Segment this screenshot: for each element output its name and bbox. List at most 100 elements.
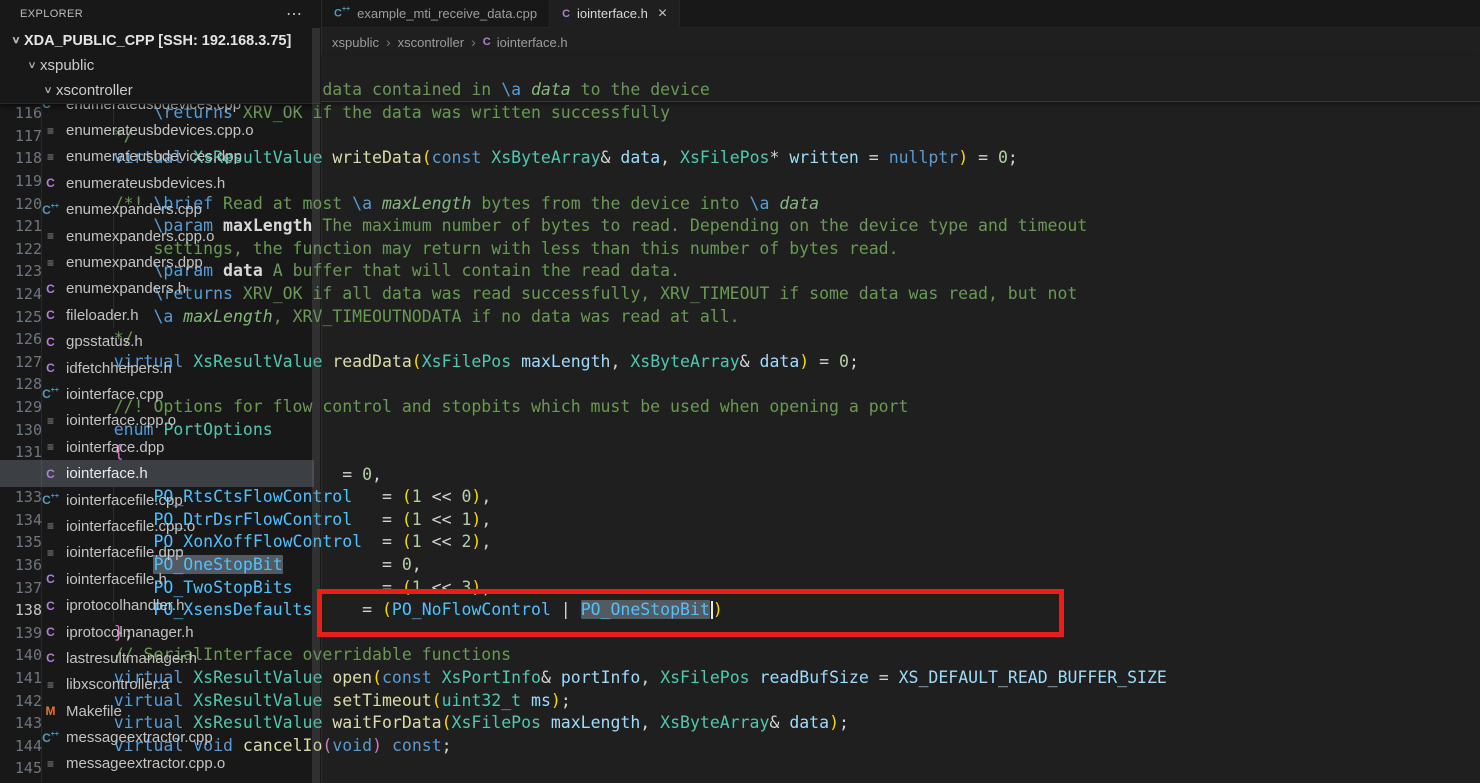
doc-file-icon: ≡ bbox=[42, 546, 59, 560]
cpp-file-icon: C++ bbox=[42, 203, 59, 217]
breadcrumb: xspublic›xscontroller›Ciointerface.h bbox=[322, 28, 1480, 56]
tree-item-Makefile[interactable]: M Makefile bbox=[0, 698, 314, 724]
breadcrumb-separator: › bbox=[471, 34, 476, 50]
tab-bar: C++ example_mti_receive_data.cpp Ciointerf… bbox=[322, 0, 1480, 28]
file-label: idfetchhelpers.h bbox=[66, 360, 172, 377]
tree-item-iointerfacefile.h[interactable]: Ciointerfacefile.h bbox=[0, 566, 314, 592]
chevron-down-icon: ∨ bbox=[22, 60, 43, 71]
doc-file-icon: ≡ bbox=[42, 757, 59, 771]
c-file-icon: C bbox=[42, 308, 59, 322]
tree-item-enumexpanders.h[interactable]: Cenumexpanders.h bbox=[0, 276, 314, 302]
file-label: messageextractor.cpp.o bbox=[66, 755, 225, 772]
breadcrumb-item-iointerface.h[interactable]: iointerface.h bbox=[497, 35, 568, 50]
make-file-icon: M bbox=[42, 704, 59, 718]
tree-sticky-folders: ∨ XDA_PUBLIC_CPP [SSH: 192.168.3.75] ∨ x… bbox=[0, 28, 321, 104]
tree-item-iointerfacefile.cpp[interactable]: C++ iointerfacefile.cpp bbox=[0, 487, 314, 513]
doc-file-icon: ≡ bbox=[42, 256, 59, 270]
file-label: Makefile bbox=[66, 703, 122, 720]
vscode-window: EXPLORER ⋯ ∨ XDA_PUBLIC_CPP [SSH: 192.16… bbox=[0, 0, 1480, 783]
tree-item-iointerface.cpp[interactable]: C++ iointerface.cpp bbox=[0, 381, 314, 407]
tree-item-enumerateusbdevices.h[interactable]: Cenumerateusbdevices.h bbox=[0, 170, 314, 196]
chevron-down-icon: ∨ bbox=[6, 35, 27, 46]
breadcrumb-item-xscontroller[interactable]: xscontroller bbox=[398, 35, 464, 50]
c-file-icon: C bbox=[42, 625, 59, 639]
file-label: enumexpanders.h bbox=[66, 280, 186, 297]
file-tree-list: C++enumerateusbdevices.cpp≡enumerateusbd… bbox=[0, 91, 314, 777]
tree-item-enumexpanders.cpp[interactable]: C++ enumexpanders.cpp bbox=[0, 197, 314, 223]
breadcrumb-item-xspublic[interactable]: xspublic bbox=[332, 35, 379, 50]
tree-item-idfetchhelpers.h[interactable]: Cidfetchhelpers.h bbox=[0, 355, 314, 381]
c-file-icon: C bbox=[42, 599, 59, 613]
file-label: gpsstatus.h bbox=[66, 333, 143, 350]
tree-item-fileloader.h[interactable]: Cfileloader.h bbox=[0, 302, 314, 328]
tree-item-lastresultmanager.h[interactable]: Clastresultmanager.h bbox=[0, 645, 314, 671]
file-label: enumexpanders.dpp bbox=[66, 254, 203, 271]
tree-item-iointerface.dpp[interactable]: ≡iointerface.dpp bbox=[0, 434, 314, 460]
tab-iointerface.h[interactable]: Ciointerface.h × bbox=[550, 0, 680, 28]
doc-file-icon: ≡ bbox=[42, 150, 59, 164]
file-label: iointerfacefile.h bbox=[66, 571, 167, 588]
tree-indent-guide bbox=[41, 104, 42, 783]
tree-item-messageextractor.cpp[interactable]: C++messageextractor.cpp bbox=[0, 724, 314, 750]
root-folder-label: XDA_PUBLIC_CPP [SSH: 192.168.3.75] bbox=[24, 33, 291, 49]
file-label: lastresultmanager.h bbox=[66, 650, 197, 667]
tab-label: iointerface.h bbox=[577, 6, 648, 21]
file-label: enumerateusbdevices.cpp.o bbox=[66, 122, 254, 139]
cpp-file-icon: C++ bbox=[42, 387, 59, 401]
tree-item-iointerface.cpp.o[interactable]: ≡iointerface.cpp.o bbox=[0, 408, 314, 434]
doc-file-icon: ≡ bbox=[42, 440, 59, 454]
tree-item-iointerfacefile.dpp[interactable]: ≡ iointerfacefile.dpp bbox=[0, 540, 314, 566]
tab-bar-empty-space bbox=[680, 0, 1480, 28]
file-label: iointerface.h bbox=[66, 465, 148, 482]
c-file-icon: C bbox=[562, 8, 570, 20]
file-label: enumexpanders.cpp.o bbox=[66, 228, 214, 245]
file-label: enumerateusbdevices.h bbox=[66, 175, 225, 192]
tree-root-folder[interactable]: ∨ XDA_PUBLIC_CPP [SSH: 192.168.3.75] bbox=[0, 28, 321, 53]
more-actions-icon[interactable]: ⋯ bbox=[286, 4, 303, 24]
sidebar-scrollbar[interactable] bbox=[312, 28, 320, 783]
breadcrumb-separator: › bbox=[386, 34, 391, 50]
file-label: libxscontroller.a bbox=[66, 676, 169, 693]
doc-file-icon: ≡ bbox=[42, 229, 59, 243]
explorer-sidebar: EXPLORER ⋯ ∨ XDA_PUBLIC_CPP [SSH: 192.16… bbox=[0, 0, 322, 783]
tab-example_mti_receive_data.cpp[interactable]: C++ example_mti_receive_data.cpp bbox=[322, 0, 550, 28]
tree-item-gpsstatus.h[interactable]: Cgpsstatus.h bbox=[0, 329, 314, 355]
close-icon[interactable]: × bbox=[658, 5, 667, 23]
file-label: enumerateusbdevices.dpp bbox=[66, 148, 242, 165]
cpp-file-icon: C++ bbox=[334, 7, 350, 20]
c-file-icon: C bbox=[42, 282, 59, 296]
cpp-file-icon: C++ bbox=[42, 493, 59, 507]
tree-item-libxscontroller.a[interactable]: ≡libxscontroller.a bbox=[0, 672, 314, 698]
tree-item-enumexpanders.dpp[interactable]: ≡ enumexpanders.dpp bbox=[0, 249, 314, 275]
file-label: iointerface.cpp.o bbox=[66, 412, 176, 429]
folder-label: xscontroller bbox=[56, 82, 133, 99]
explorer-title: EXPLORER bbox=[20, 8, 83, 20]
doc-file-icon: ≡ bbox=[42, 124, 59, 138]
file-label: messageextractor.cpp bbox=[66, 729, 213, 746]
c-file-icon: C bbox=[42, 361, 59, 375]
file-label: iointerfacefile.cpp bbox=[66, 492, 183, 509]
tree-item-enumerateusbdevices.cpp.o[interactable]: ≡ enumerateusbdevices.cpp.o bbox=[0, 117, 314, 143]
folder-label: xspublic bbox=[40, 57, 94, 74]
tree-item-messageextractor.cpp.o[interactable]: ≡ messageextractor.cpp.o bbox=[0, 751, 314, 777]
c-file-icon: C bbox=[42, 651, 59, 665]
file-label: iointerfacefile.dpp bbox=[66, 544, 184, 561]
tree-item-iointerfacefile.cpp.o[interactable]: ≡ iointerfacefile.cpp.o bbox=[0, 513, 314, 539]
file-label: iointerfacefile.cpp.o bbox=[66, 518, 195, 535]
tree-item-enumerateusbdevices.dpp[interactable]: ≡ enumerateusbdevices.dpp bbox=[0, 144, 314, 170]
file-label: iprotocolmanager.h bbox=[66, 624, 194, 641]
doc-file-icon: ≡ bbox=[42, 519, 59, 533]
file-label: iprotocolhandler.h bbox=[66, 597, 184, 614]
tree-item-enumexpanders.cpp.o[interactable]: ≡ enumexpanders.cpp.o bbox=[0, 223, 314, 249]
tree-item-iointerface.h[interactable]: Ciointerface.h bbox=[0, 460, 314, 486]
c-file-icon: C bbox=[42, 335, 59, 349]
chevron-down-icon: ∨ bbox=[38, 85, 59, 96]
tree-folder-xspublic[interactable]: ∨ xspublic bbox=[0, 53, 321, 78]
tree-item-iprotocolmanager.h[interactable]: Ciprotocolmanager.h bbox=[0, 619, 314, 645]
file-label: enumexpanders.cpp bbox=[66, 201, 202, 218]
tree-item-iprotocolhandler.h[interactable]: Ciprotocolhandler.h bbox=[0, 592, 314, 618]
file-label: iointerface.cpp bbox=[66, 386, 164, 403]
tree-folder-xscontroller[interactable]: ∨ xscontroller bbox=[0, 78, 321, 103]
file-label: fileloader.h bbox=[66, 307, 139, 324]
tab-label: example_mti_receive_data.cpp bbox=[357, 6, 537, 21]
